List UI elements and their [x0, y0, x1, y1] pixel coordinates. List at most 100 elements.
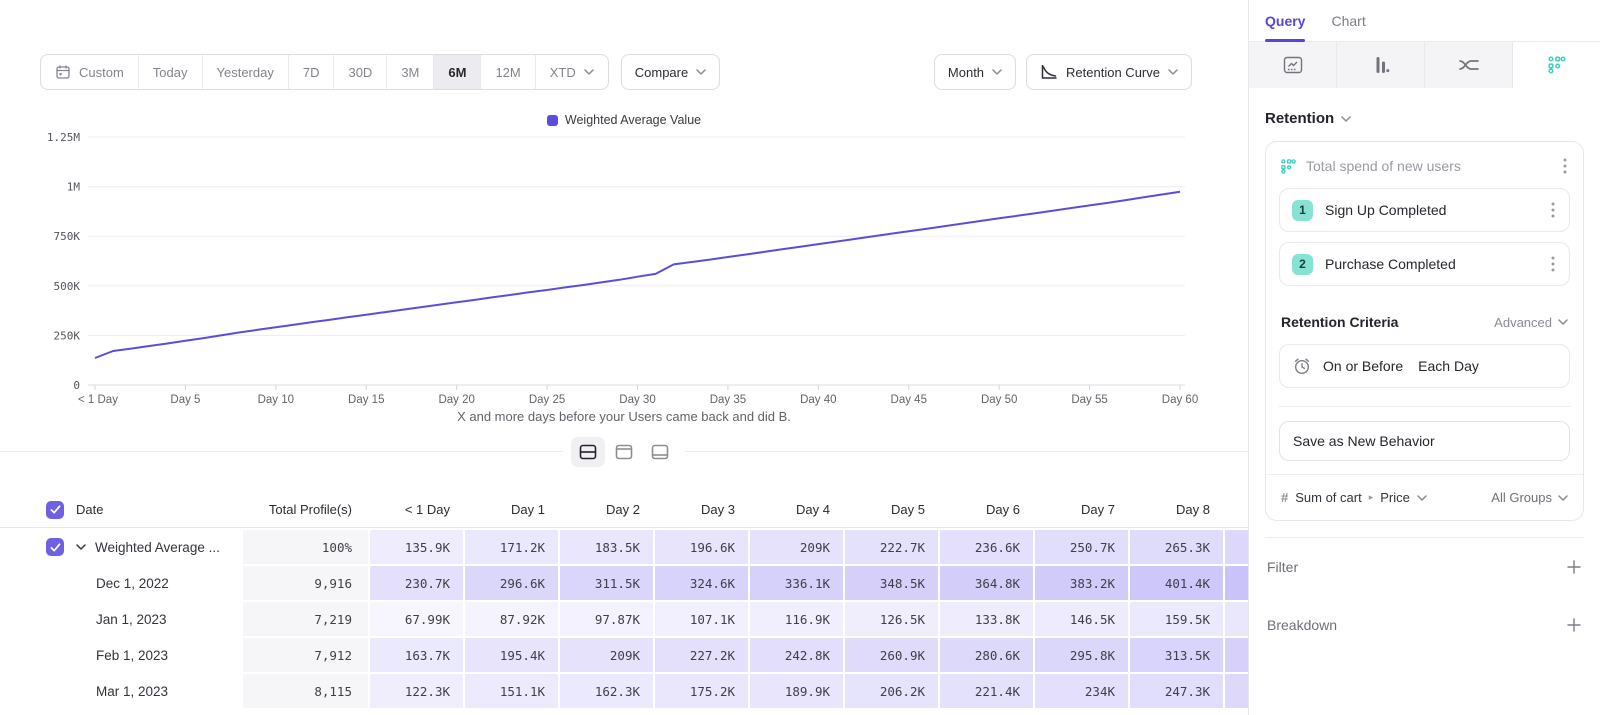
retention-value-cell[interactable]: 221.4K — [940, 674, 1033, 708]
range-label: Yesterday — [217, 65, 274, 80]
range-12m[interactable]: 12M — [480, 55, 534, 89]
retention-value-cell[interactable]: 189.9K — [750, 674, 843, 708]
criteria-mode-dropdown[interactable]: Advanced — [1494, 315, 1568, 330]
layout-bottom-button[interactable] — [643, 437, 677, 467]
retention-value-cell[interactable]: 195.4K — [465, 638, 558, 672]
retention-value-cell[interactable]: 250.7K — [1035, 530, 1128, 564]
retention-value-cell[interactable]: 151.1K — [465, 674, 558, 708]
tab-query[interactable]: Query — [1265, 0, 1305, 41]
retention-value-cell[interactable]: 336.1K — [750, 566, 843, 600]
retention-value-cell[interactable]: 146.5K — [1035, 602, 1128, 636]
measurement-subproperty[interactable]: Price — [1380, 490, 1410, 505]
svg-text:Day 45: Day 45 — [891, 394, 927, 406]
retention-value-cell[interactable]: 247.3K — [1130, 674, 1223, 708]
retention-value-cell[interactable]: 265.3K — [1130, 530, 1223, 564]
range-30d[interactable]: 30D — [333, 55, 386, 89]
retention-value-cell[interactable]: 296.6K — [465, 566, 558, 600]
retention-value-cell[interactable]: 107.1K — [655, 602, 748, 636]
retention-criteria-row: Retention Criteria Advanced — [1279, 314, 1570, 330]
retention-value-cell[interactable]: 87.92K — [465, 602, 558, 636]
retention-curve-chart[interactable]: 0250K500K750K1M1.25M< 1 DayDay 5Day 10Da… — [0, 105, 1248, 420]
retention-value-cell[interactable]: 401.4K — [1130, 566, 1223, 600]
tab-chart[interactable]: Chart — [1331, 0, 1365, 41]
range-custom[interactable]: Custom — [41, 55, 138, 89]
chevron-down-icon — [1341, 116, 1351, 122]
range-xtd[interactable]: XTD — [535, 55, 608, 89]
retention-value-cell[interactable]: 163.7K — [370, 638, 463, 672]
chart-type-bars[interactable] — [1337, 42, 1425, 88]
range-today[interactable]: Today — [138, 55, 202, 89]
retention-line-series[interactable] — [95, 192, 1180, 358]
column-header-day-4: Day 4 — [750, 492, 843, 527]
column-header--1-day: < 1 Day — [370, 492, 463, 527]
retention-value-cell[interactable]: 364.8K — [940, 566, 1033, 600]
retention-value-cell[interactable]: 295.8K — [1035, 638, 1128, 672]
range-yesterday[interactable]: Yesterday — [202, 55, 288, 89]
expand-chevron-icon[interactable] — [76, 544, 86, 550]
retention-value-cell[interactable]: 126.5K — [845, 602, 938, 636]
retention-value-cell[interactable]: 348.5K — [845, 566, 938, 600]
retention-value-cell[interactable]: 135.9K — [370, 530, 463, 564]
retention-value-cell[interactable]: 324.6K — [655, 566, 748, 600]
layout-top-button[interactable] — [607, 437, 641, 467]
range-3m[interactable]: 3M — [386, 55, 433, 89]
row-checkbox[interactable] — [46, 538, 64, 556]
report-type-dropdown[interactable]: Retention — [1265, 110, 1584, 127]
retention-value-cell[interactable]: 175.2K — [655, 674, 748, 708]
save-as-new-behavior-button[interactable]: Save as New Behavior — [1279, 421, 1570, 461]
range-6m[interactable]: 6M — [433, 55, 480, 89]
retention-value-cell[interactable]: 133.8K — [940, 602, 1033, 636]
retention-value-cell[interactable]: 313.5K — [1130, 638, 1223, 672]
criteria-frequency: Each Day — [1418, 358, 1479, 374]
retention-value-cell[interactable]: 260.9K — [845, 638, 938, 672]
criteria-timing-card[interactable]: On or Before Each Day — [1279, 344, 1570, 388]
row-label-cell: Feb 1, 2023 — [0, 638, 241, 672]
measurement-property-dropdown[interactable]: Sum of cart — [1295, 490, 1361, 505]
retention-value-cell[interactable]: 280.6K — [940, 638, 1033, 672]
compare-button[interactable]: Compare — [621, 54, 720, 90]
kebab-menu-icon[interactable] — [1549, 200, 1557, 220]
add-breakdown-button[interactable] — [1566, 617, 1582, 633]
retention-value-cell[interactable]: 383.2K — [1035, 566, 1128, 600]
svg-text:Day 30: Day 30 — [619, 394, 655, 406]
chart-type-dropdown[interactable]: Retention Curve — [1026, 54, 1192, 90]
chevron-down-icon — [584, 69, 594, 75]
retention-value-cell[interactable]: 209K — [560, 638, 653, 672]
retention-value-cell[interactable]: 234K — [1035, 674, 1128, 708]
row-label-cell: Mar 1, 2023 — [0, 674, 241, 708]
add-filter-button[interactable] — [1566, 559, 1582, 575]
behavior-step-2[interactable]: 2Purchase Completed — [1279, 242, 1570, 286]
retention-value-cell[interactable]: 209K — [750, 530, 843, 564]
kebab-menu-icon[interactable] — [1561, 156, 1569, 176]
retention-value-cell[interactable]: 311.5K — [560, 566, 653, 600]
retention-value-cell[interactable]: 67.99K — [370, 602, 463, 636]
range-7d[interactable]: 7D — [288, 55, 334, 89]
date-column-header: Date — [0, 492, 241, 527]
chart-type-flows[interactable] — [1425, 42, 1513, 88]
card-divider — [1278, 406, 1571, 407]
retention-value-cell[interactable]: 236.6K — [940, 530, 1033, 564]
kebab-menu-icon[interactable] — [1549, 254, 1557, 274]
retention-value-cell[interactable]: 122.3K — [370, 674, 463, 708]
retention-value-cell[interactable]: 222.7K — [845, 530, 938, 564]
retention-value-cell[interactable]: 206.2K — [845, 674, 938, 708]
retention-value-cell[interactable]: 230.7K — [370, 566, 463, 600]
chart-type-retention[interactable] — [1513, 42, 1600, 88]
retention-value-cell[interactable]: 242.8K — [750, 638, 843, 672]
granularity-dropdown[interactable]: Month — [934, 54, 1016, 90]
retention-value-cell[interactable]: 171.2K — [465, 530, 558, 564]
retention-value-cell[interactable]: 162.3K — [560, 674, 653, 708]
retention-value-cell[interactable]: 97.87K — [560, 602, 653, 636]
column-header-day-2: Day 2 — [560, 492, 653, 527]
retention-value-cell[interactable]: 159.5K — [1130, 602, 1223, 636]
total-profiles-cell: 7,912 — [243, 638, 368, 672]
retention-value-cell[interactable]: 196.6K — [655, 530, 748, 564]
retention-value-cell[interactable]: 227.2K — [655, 638, 748, 672]
groups-dropdown[interactable]: All Groups — [1491, 490, 1568, 505]
behavior-step-1[interactable]: 1Sign Up Completed — [1279, 188, 1570, 232]
retention-value-cell[interactable]: 116.9K — [750, 602, 843, 636]
retention-value-cell[interactable]: 183.5K — [560, 530, 653, 564]
select-all-checkbox[interactable] — [46, 501, 64, 519]
chart-type-insights[interactable] — [1249, 42, 1337, 88]
layout-split-button[interactable] — [571, 437, 605, 467]
